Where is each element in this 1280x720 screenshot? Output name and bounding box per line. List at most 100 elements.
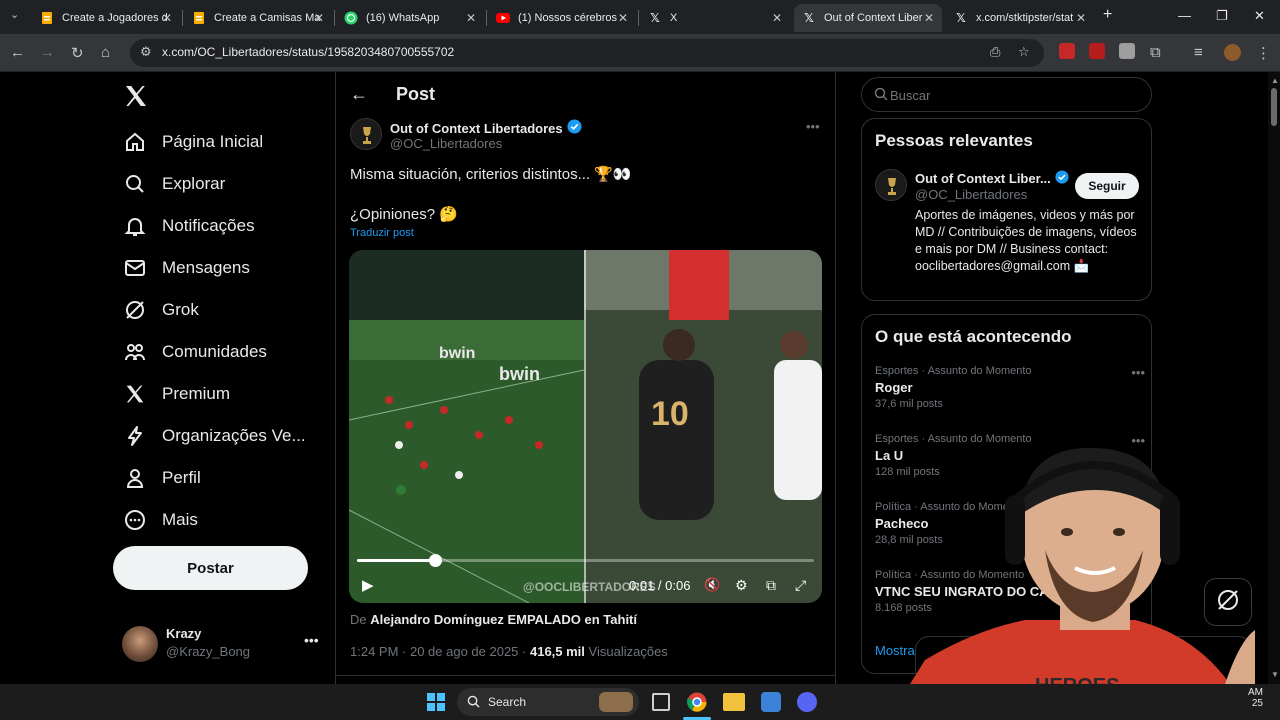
home-button[interactable]: ⌂ <box>101 44 110 61</box>
reload-button[interactable]: ↻ <box>71 44 84 62</box>
author-avatar[interactable] <box>350 118 382 150</box>
nav-item-more[interactable]: Mais <box>122 500 198 540</box>
mute-icon[interactable]: 🔇 <box>704 577 720 593</box>
nav-item-communities[interactable]: Comunidades <box>122 332 267 372</box>
new-tab-button[interactable]: + <box>1103 6 1112 24</box>
tab-6-active[interactable]: 𝕏 Out of Context Liber ✕ <box>794 4 942 32</box>
search-input[interactable] <box>890 84 1140 106</box>
scroll-up-icon[interactable]: ▲ <box>1271 76 1279 85</box>
close-icon[interactable]: ✕ <box>924 11 934 25</box>
author-name[interactable]: Out of Context Libertadores <box>390 121 563 136</box>
video-progress-handle[interactable] <box>428 554 442 567</box>
video-source-title[interactable]: Alejandro Domínguez EMPALADO en Tahití <box>370 612 637 627</box>
video-progress-track[interactable] <box>357 554 814 567</box>
author-handle[interactable]: @OC_Libertadores <box>390 136 502 151</box>
search-box[interactable] <box>861 77 1152 112</box>
video-frame: bwin bwin 10 <box>349 250 822 603</box>
video-source[interactable]: De Alejandro Domínguez EMPALADO en Tahit… <box>350 612 637 627</box>
more-dots-icon[interactable]: ••• <box>304 632 319 648</box>
close-window-button[interactable]: ✕ <box>1254 8 1265 24</box>
more-circle-icon <box>122 507 148 533</box>
video-player[interactable]: bwin bwin 10 ▶ @OOCLIBERTADORES 0:01 / 0… <box>349 250 822 603</box>
tab-search-button[interactable]: ⌄ <box>10 8 19 21</box>
close-icon[interactable]: ✕ <box>618 11 628 25</box>
post-more-icon[interactable]: ••• <box>806 119 820 134</box>
install-app-icon[interactable]: ⎙ <box>990 44 1000 60</box>
nav-item-notifications[interactable]: Notificações <box>122 206 255 246</box>
nav-item-grok[interactable]: Grok <box>122 290 199 330</box>
profile-avatar[interactable] <box>1224 44 1241 61</box>
home-icon <box>122 129 148 155</box>
translate-link[interactable]: Traduzir post <box>350 227 414 239</box>
x-icon: 𝕏 <box>956 11 966 25</box>
tab-3[interactable]: (16) WhatsApp ✕ <box>336 4 484 32</box>
browser-menu-icon[interactable]: ⋮ <box>1256 44 1271 62</box>
restore-button[interactable]: ❐ <box>1216 8 1228 24</box>
taskbar-search[interactable]: Search <box>457 688 639 716</box>
tab-4[interactable]: (1) Nossos cérebros ✕ <box>488 4 636 32</box>
system-clock[interactable]: AM 25 <box>1248 687 1263 709</box>
extension-icon[interactable] <box>1119 43 1135 59</box>
account-switcher[interactable]: Krazy @Krazy_Bong ••• <box>122 624 322 664</box>
nav-item-messages[interactable]: Mensagens <box>122 248 250 288</box>
sheets-icon <box>40 11 54 25</box>
picture-in-picture-icon[interactable]: ⧉ <box>766 577 776 594</box>
lightning-icon <box>122 423 148 449</box>
tab-2[interactable]: Create a Camisas Ma ✕ <box>184 4 332 32</box>
page-scrollbar[interactable]: ▲ ▼ <box>1268 72 1280 684</box>
svg-text:bwin: bwin <box>439 345 475 362</box>
extensions-puzzle-icon[interactable]: ⧉ <box>1150 44 1161 61</box>
nav-item-explore[interactable]: Explorar <box>122 164 225 204</box>
microsoft-store-icon[interactable] <box>761 692 781 712</box>
nav-item-verified-orgs[interactable]: Organizações Ve... <box>122 416 306 456</box>
close-icon[interactable]: ✕ <box>1076 11 1086 25</box>
extension-icon[interactable] <box>1089 43 1105 59</box>
back-button[interactable]: ← <box>10 44 25 61</box>
windows-taskbar: Search AM 25 <box>0 684 1280 720</box>
author-name-row[interactable]: Out of Context Libertadores <box>390 119 582 137</box>
close-icon[interactable]: ✕ <box>314 11 324 25</box>
person-handle[interactable]: @OC_Libertadores <box>915 187 1027 202</box>
file-explorer-icon[interactable] <box>723 693 745 711</box>
windows-start-icon[interactable] <box>427 693 445 716</box>
close-icon[interactable]: ✕ <box>162 11 172 25</box>
follow-button[interactable]: Seguir <box>1075 173 1139 199</box>
url-text[interactable]: x.com/OC_Libertadores/status/19582034807… <box>162 45 454 59</box>
post-button[interactable]: Postar <box>113 546 308 590</box>
extension-icon[interactable] <box>1059 43 1075 59</box>
avatar[interactable] <box>875 169 907 201</box>
trend-item[interactable]: Esportes · Assunto do Momento Roger 37,6… <box>875 365 1145 410</box>
person-name-row[interactable]: Out of Context Liber... <box>915 170 1069 187</box>
close-icon[interactable]: ✕ <box>466 11 476 25</box>
person-icon <box>122 465 148 491</box>
views-label: Visualizações <box>588 644 668 659</box>
play-icon[interactable]: ▶ <box>362 576 374 594</box>
x-icon <box>122 381 148 407</box>
forward-button[interactable]: → <box>40 44 55 61</box>
scrollbar-thumb[interactable] <box>1271 88 1277 126</box>
tab-1[interactable]: Create a Jogadores d ✕ <box>32 4 180 32</box>
task-view-icon[interactable] <box>652 693 670 711</box>
bookmark-star-icon[interactable]: ☆ <box>1018 44 1030 60</box>
x-logo-icon[interactable] <box>124 84 148 115</box>
chrome-icon[interactable] <box>686 692 707 717</box>
minimize-button[interactable]: — <box>1178 8 1191 23</box>
close-icon[interactable]: ✕ <box>772 11 782 25</box>
back-arrow-icon[interactable]: ← <box>350 84 368 105</box>
browser-tab-bar: ⌄ Create a Jogadores d ✕ Create a Camisa… <box>0 0 1280 34</box>
nav-item-premium[interactable]: Premium <box>122 374 230 414</box>
site-info-icon[interactable]: ⚙ <box>140 44 152 60</box>
tab-5[interactable]: 𝕏 X ✕ <box>640 4 790 32</box>
search-icon <box>874 87 888 106</box>
fullscreen-icon[interactable]: ⤢ <box>795 577 806 594</box>
trend-more-icon[interactable]: ••• <box>1131 365 1145 380</box>
settings-gear-icon[interactable]: ⚙ <box>735 577 748 594</box>
scroll-down-icon[interactable]: ▼ <box>1271 670 1279 679</box>
nav-item-profile[interactable]: Perfil <box>122 458 201 498</box>
post-timestamp[interactable]: 1:24 PM · 20 de ago de 2025 · <box>350 644 526 659</box>
reading-list-icon[interactable]: ≡ <box>1194 44 1203 61</box>
address-bar[interactable]: ⚙ x.com/OC_Libertadores/status/195820348… <box>130 39 1044 67</box>
discord-icon[interactable] <box>797 692 817 712</box>
nav-item-home[interactable]: Página Inicial <box>122 122 263 162</box>
tab-7[interactable]: 𝕏 x.com/stktipster/stat ✕ <box>946 4 1094 32</box>
